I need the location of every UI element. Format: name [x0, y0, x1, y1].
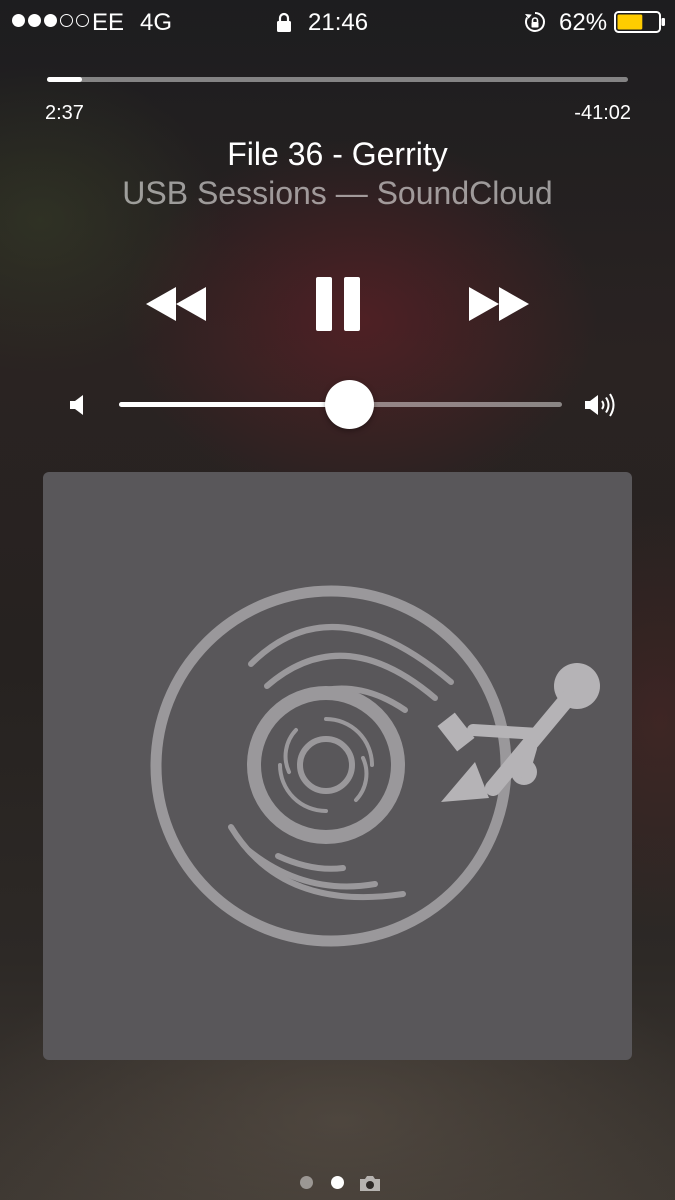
rotation-lock-icon — [525, 12, 545, 32]
elapsed-time: 2:37 — [45, 102, 84, 124]
track-subtitle[interactable]: USB Sessions — SoundCloud — [0, 175, 675, 212]
battery-percentage: 62% — [559, 9, 608, 36]
fast-forward-icon — [469, 287, 529, 321]
rewind-button[interactable] — [144, 284, 208, 324]
volume-slider[interactable] — [119, 380, 562, 429]
remaining-time: -41:02 — [574, 102, 631, 124]
fast-forward-button[interactable] — [467, 284, 531, 324]
volume-level — [119, 402, 350, 407]
network-type: 4G — [140, 9, 173, 36]
signal-strength-icon — [12, 14, 89, 27]
signal-dot — [44, 14, 57, 27]
volume-slider-thumb[interactable] — [325, 380, 375, 429]
page-indicator — [0, 1172, 675, 1192]
signal-dot — [76, 14, 89, 27]
volume-low-icon — [70, 395, 83, 415]
camera-icon[interactable] — [359, 1174, 381, 1192]
vinyl-record-usb-icon — [150, 585, 600, 947]
battery-icon — [614, 11, 665, 33]
page-dot[interactable] — [300, 1176, 313, 1189]
rewind-icon — [146, 287, 206, 321]
pause-icon — [316, 277, 360, 331]
status-time: 21:46 — [308, 9, 369, 36]
signal-dot — [12, 14, 25, 27]
pause-button[interactable] — [313, 275, 363, 333]
carrier-name: EE — [92, 9, 125, 36]
album-artwork — [43, 472, 632, 1060]
volume-high-icon — [585, 393, 615, 417]
page-dot-current[interactable] — [331, 1176, 344, 1189]
signal-dot — [60, 14, 73, 27]
playback-progress — [47, 77, 82, 82]
signal-dot — [28, 14, 41, 27]
lock-icon — [277, 12, 291, 32]
status-bar: EE 4G 21:46 62% — [0, 0, 675, 44]
playback-scrubber[interactable] — [47, 77, 628, 82]
track-title[interactable]: File 36 - Gerrity — [0, 136, 675, 173]
